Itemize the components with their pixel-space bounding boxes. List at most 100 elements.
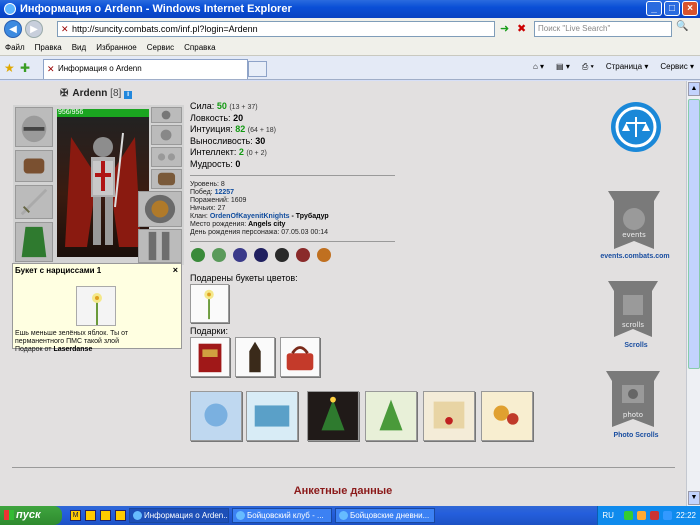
photo-scrolls-link[interactable]: Photo Scrolls	[591, 432, 681, 439]
feeds-icon[interactable]: ▤ ▾	[556, 62, 570, 72]
maximize-button[interactable]: □	[664, 1, 680, 16]
gift-card[interactable]	[307, 391, 359, 441]
armor-slot[interactable]	[15, 222, 53, 262]
badge-icon[interactable]	[254, 248, 268, 262]
badge-icon[interactable]	[212, 248, 226, 262]
events-banner-icon[interactable]: events	[602, 187, 666, 255]
language-indicator[interactable]: RU	[602, 511, 614, 520]
helmet-slot[interactable]	[15, 107, 53, 147]
back-button[interactable]: ◀	[4, 20, 22, 38]
character-name: Ardenn	[72, 88, 108, 99]
tray-icon[interactable]	[662, 511, 672, 520]
scroll-up-button[interactable]: ▲	[688, 82, 700, 96]
menu-view[interactable]: Вид	[72, 43, 86, 52]
tab-active[interactable]: ✕ Информация о Ardenn	[43, 59, 248, 79]
tray-icon[interactable]	[649, 511, 659, 520]
menu-favorites[interactable]: Избранное	[96, 43, 137, 52]
windows-flag-icon	[4, 510, 14, 520]
badge-icon[interactable]	[317, 248, 331, 262]
vertical-scrollbar[interactable]: ▲ ▼	[686, 81, 700, 506]
menu-edit[interactable]: Правка	[35, 43, 62, 52]
taskbar-item[interactable]: Бойцовские дневни...	[335, 508, 435, 523]
clan-row: Клан: OrdenOfKayenitKnights - Трубадур	[190, 213, 329, 220]
scrolls-banner-icon[interactable]: scrolls	[604, 277, 662, 343]
add-favorites-icon[interactable]: ✚	[20, 61, 30, 75]
character-level: [8]	[110, 88, 122, 99]
stop-icon[interactable]: ✖	[517, 22, 531, 36]
menu-tools[interactable]: Сервис	[147, 43, 174, 52]
photo-banner-icon[interactable]: photo	[602, 367, 664, 433]
tools-menu[interactable]: Сервис ▾	[660, 62, 694, 72]
print-icon[interactable]: ⎙ ▾	[582, 62, 594, 72]
gift-card[interactable]	[365, 391, 417, 441]
bracers-slot[interactable]	[15, 150, 53, 182]
new-tab-button[interactable]	[248, 61, 267, 77]
events-link[interactable]: events.combats.com	[590, 253, 680, 260]
quicklaunch-icon[interactable]	[85, 510, 96, 521]
address-toolbar: ◀ ▶ ✕ http://suncity.combats.com/inf.pl?…	[0, 18, 700, 40]
favorites-star-icon[interactable]: ★	[4, 61, 15, 75]
tooltip-close-button[interactable]: ×	[173, 265, 178, 275]
earring-slot[interactable]	[151, 107, 182, 123]
go-arrow-icon[interactable]: ➜	[500, 22, 514, 36]
search-icon[interactable]: 🔍	[676, 21, 688, 32]
stats-block: Сила: 50 (13 + 37) Ловкость: 20 Интуиция…	[190, 101, 276, 170]
gift-card[interactable]	[190, 391, 242, 441]
clan-link[interactable]: OrdenOfKayenitKnights	[210, 213, 290, 220]
weapon-slot[interactable]	[15, 185, 53, 219]
flowers-label: Подарены букеты цветов:	[190, 273, 298, 283]
window-titlebar[interactable]: Информация о Ardenn - Windows Internet E…	[0, 0, 700, 18]
balance-scales-icon[interactable]	[610, 101, 662, 153]
gift-card[interactable]	[481, 391, 533, 441]
badge-icon[interactable]	[275, 248, 289, 262]
badge-icon[interactable]	[296, 248, 310, 262]
boots-slot[interactable]	[138, 229, 182, 263]
taskbar-item[interactable]: Бойцовский клуб - ...	[232, 508, 332, 523]
gifts-label: Подарки:	[190, 326, 229, 336]
minimize-button[interactable]: _	[646, 1, 662, 16]
tooltip-title: Букет с нарциссами 1	[15, 266, 102, 275]
badge-icon[interactable]	[191, 248, 205, 262]
amulet-slot[interactable]	[151, 125, 182, 145]
ring-slot[interactable]	[151, 147, 182, 167]
search-input[interactable]: Поиск "Live Search"	[534, 21, 672, 37]
tray-icon[interactable]	[636, 511, 646, 520]
quicklaunch-icon[interactable]	[115, 510, 126, 521]
tray-icon[interactable]	[623, 511, 633, 520]
page-content: ✠ Ardenn [8] i 956/956 Букет с нарциссам…	[0, 81, 686, 506]
scroll-down-button[interactable]: ▼	[688, 491, 700, 505]
window-title: Информация о Ardenn - Windows Internet E…	[20, 3, 292, 15]
info-icon[interactable]: i	[124, 91, 133, 99]
gift-item[interactable]	[235, 337, 275, 377]
home-icon[interactable]: ⌂ ▾	[533, 62, 544, 72]
menu-help[interactable]: Справка	[184, 43, 215, 52]
badge-icon[interactable]	[233, 248, 247, 262]
page-menu[interactable]: Страница ▾	[606, 62, 649, 72]
start-button[interactable]: пуск	[0, 506, 62, 525]
flower-gift[interactable]	[190, 284, 229, 323]
gloves-slot[interactable]	[151, 169, 182, 189]
site-favicon-icon: ✕	[61, 24, 69, 34]
gift-item[interactable]	[190, 337, 230, 377]
divider	[190, 241, 395, 242]
gift-item[interactable]	[280, 337, 320, 377]
gift-card[interactable]	[423, 391, 475, 441]
close-button[interactable]: ×	[682, 1, 698, 16]
gift-card[interactable]	[246, 391, 298, 441]
ie-icon	[133, 511, 142, 520]
shield-slot[interactable]	[138, 191, 182, 227]
stat-intuition: Интуиция: 82 (64 + 18)	[190, 124, 277, 134]
system-tray: RU 22:22	[597, 506, 700, 525]
quicklaunch-icon[interactable]	[100, 510, 111, 521]
scrolls-link[interactable]: Scrolls	[591, 342, 681, 349]
quicklaunch-m-icon[interactable]: M	[70, 510, 81, 521]
taskbar-item[interactable]: Информация о Arden...	[129, 508, 229, 523]
command-bar: ⌂ ▾ ▤ ▾ ⎙ ▾ Страница ▾ Сервис ▾	[533, 62, 694, 72]
ie-icon	[236, 511, 245, 520]
address-bar[interactable]: ✕ http://suncity.combats.com/inf.pl?logi…	[57, 21, 495, 37]
character-portrait	[57, 117, 149, 257]
scroll-thumb[interactable]	[688, 99, 700, 369]
clan-cross-icon: ✠	[60, 88, 69, 99]
forward-button[interactable]: ▶	[25, 20, 43, 38]
menu-file[interactable]: Файл	[5, 43, 25, 52]
